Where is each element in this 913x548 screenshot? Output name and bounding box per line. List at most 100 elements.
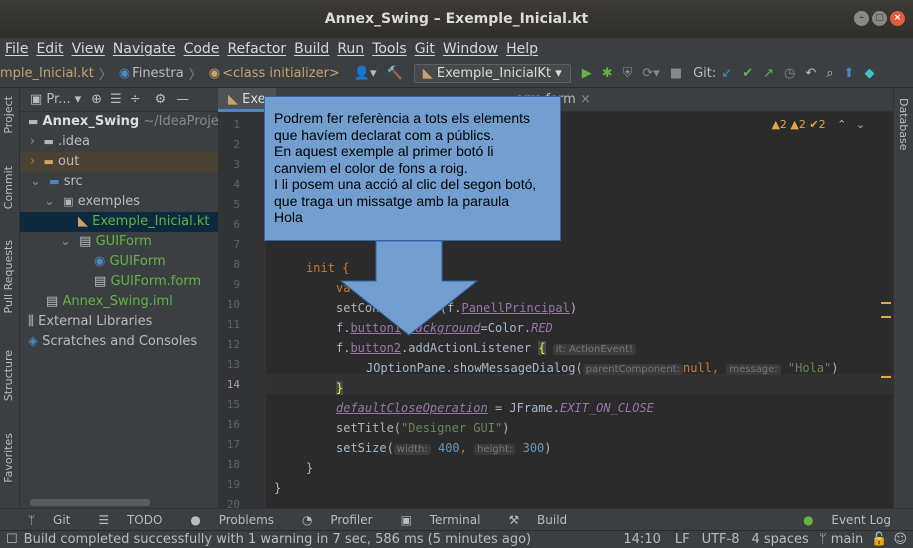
tree-item-src[interactable]: ⌄ ▬ src <box>20 172 218 192</box>
tree-item-external-libraries[interactable]: ⫼ External Libraries <box>20 312 218 332</box>
update-icon[interactable]: ⬆ <box>844 66 855 81</box>
tool-tab-pull-requests[interactable]: Pull Requests <box>2 240 15 313</box>
stop-icon[interactable]: ■ <box>670 66 682 81</box>
collapse-all-icon[interactable]: ÷ <box>130 92 141 107</box>
tree-item-out[interactable]: › ▬ out <box>20 152 218 172</box>
history-icon[interactable]: ◷ <box>784 66 795 81</box>
project-panel: ▣ Pr... ▾ ⊕ ☰ ÷ ⚙ — ▬ Annex_Swing ~/Idea… <box>20 88 226 508</box>
code-token: { <box>538 341 546 355</box>
tool-tab-commit[interactable]: Commit <box>2 166 15 209</box>
menu-view[interactable]: View <box>72 41 105 57</box>
git-commit-icon[interactable]: ✔ <box>742 66 753 81</box>
event-log-icon: ● <box>803 512 818 527</box>
tool-tab-project[interactable]: Project <box>2 96 15 134</box>
tree-label: Scratches and Consoles <box>42 334 198 349</box>
tool-button-build[interactable]: ⚒ Build <box>494 513 567 527</box>
menu-refactor[interactable]: Refactor <box>227 41 286 57</box>
git-branch-icon: ᛘ <box>28 512 40 527</box>
tree-item-guiform-group[interactable]: ⌄ ▤ GUIForm <box>20 232 218 252</box>
warning-stripe[interactable] <box>881 316 891 318</box>
left-tool-strip: Project Commit Pull Requests Structure F… <box>0 88 20 508</box>
run-icon[interactable]: ▶ <box>582 66 592 81</box>
tool-button-problems[interactable]: ● Problems <box>176 513 274 527</box>
tree-item-exemples[interactable]: ⌄ ▣ exemples <box>20 192 218 212</box>
git-branch-widget[interactable]: ᛘ main <box>819 532 863 547</box>
code-token: ) <box>831 361 839 375</box>
hammer-icon[interactable]: 🔨 <box>387 66 403 81</box>
profile-icon[interactable]: ⟳▾ <box>642 66 659 81</box>
tool-button-event-log[interactable]: ● Event Log <box>789 513 891 527</box>
breadcrumb-class[interactable]: Finestra <box>132 66 184 81</box>
tree-item-idea[interactable]: › ▬ .idea <box>20 132 218 152</box>
line-gutter: 1 2 3 4 5 6 7 8 9 10 11 12 13 14 15 16 1… <box>218 112 266 511</box>
breadcrumb-initializer[interactable]: <class initializer> <box>222 66 340 81</box>
tool-button-git[interactable]: ᛘ Git <box>14 513 70 527</box>
coverage-icon[interactable]: ⛨ <box>623 66 633 81</box>
locate-icon[interactable]: ⊕ <box>91 92 102 107</box>
git-push-icon[interactable]: ↗ <box>763 66 774 81</box>
tree-item-scratches[interactable]: ◈ Scratches and Consoles <box>20 332 218 352</box>
tree-item-guiform-class[interactable]: ◉ GUIForm <box>20 252 218 272</box>
file-encoding[interactable]: UTF-8 <box>702 532 740 547</box>
rollback-icon[interactable]: ↶ <box>805 66 816 81</box>
tree-label: GUIForm <box>109 254 166 269</box>
indent-setting[interactable]: 4 spaces <box>752 532 809 547</box>
minimize-icon[interactable]: – <box>854 11 869 26</box>
caret-position[interactable]: 14:10 <box>623 532 660 547</box>
menu-navigate[interactable]: Navigate <box>113 41 176 57</box>
menu-run[interactable]: Run <box>337 41 364 57</box>
tool-tab-database[interactable]: Database <box>897 98 910 151</box>
menu-code[interactable]: Code <box>184 41 220 57</box>
menu-help[interactable]: Help <box>506 41 538 57</box>
close-icon[interactable]: × <box>580 92 591 107</box>
right-tool-strip: Database <box>893 88 913 508</box>
tree-label: out <box>58 154 80 169</box>
menu-edit[interactable]: Edit <box>36 41 63 57</box>
tool-tab-favorites[interactable]: Favorites <box>2 433 15 483</box>
tree-item-iml[interactable]: ▤ Annex_Swing.iml <box>20 292 218 312</box>
line-number: 5 <box>233 198 240 211</box>
close-icon[interactable]: × <box>890 11 905 26</box>
user-icon[interactable]: 👤▾ <box>354 66 377 81</box>
line-separator[interactable]: LF <box>675 532 690 547</box>
hide-icon[interactable]: — <box>176 92 189 107</box>
expand-all-icon[interactable]: ☰ <box>110 92 122 107</box>
tool-button-todo[interactable]: ☰ TODO <box>84 513 162 527</box>
inspector-icon[interactable]: ☺ <box>893 532 907 547</box>
search-icon[interactable]: ⌕ <box>826 66 833 81</box>
tool-button-profiler[interactable]: ◔ Profiler <box>288 513 373 527</box>
lock-icon[interactable]: 🔓 <box>871 532 887 547</box>
debug-icon[interactable]: ✱ <box>602 66 613 81</box>
menu-tools[interactable]: Tools <box>372 41 407 57</box>
menu-window[interactable]: Window <box>443 41 498 57</box>
status-message[interactable]: Build completed successfully with 1 warn… <box>24 532 531 547</box>
tool-button-terminal[interactable]: ▣ Terminal <box>387 513 481 527</box>
param-hint: width: <box>393 444 431 455</box>
kotlin-file-icon: ◣ <box>228 91 243 107</box>
breadcrumb-file[interactable]: mple_Inicial.kt <box>0 66 94 81</box>
warning-stripe[interactable] <box>881 376 891 378</box>
menu-git[interactable]: Git <box>415 41 435 57</box>
line-number-current: 14 <box>226 378 240 391</box>
toolbox-icon[interactable]: ◆ <box>864 66 874 81</box>
maximize-icon[interactable]: □ <box>872 11 887 26</box>
run-config-select[interactable]: ◣ Exemple_InicialKt ▾ <box>413 64 571 83</box>
gear-icon[interactable]: ⚙ <box>155 92 167 107</box>
tree-item-exemple-inicial[interactable]: ◣ Exemple_Inicial.kt <box>20 212 218 232</box>
menu-file[interactable]: File <box>5 41 28 57</box>
tool-label: Git <box>53 512 71 527</box>
tree-item-guiform-form[interactable]: ▤ GUIForm.form <box>20 272 218 292</box>
project-view-select[interactable]: Pr... <box>46 92 70 107</box>
horizontal-scrollbar[interactable] <box>30 499 150 506</box>
folder-icon: ▬ <box>43 155 54 168</box>
git-update-icon[interactable]: ↙ <box>721 66 732 81</box>
chevron-down-icon[interactable]: ▾ <box>75 92 82 107</box>
tool-tab-structure[interactable]: Structure <box>2 350 15 401</box>
menu-build[interactable]: Build <box>294 41 329 57</box>
tree-item-root[interactable]: ▬ Annex_Swing ~/IdeaProjec <box>20 112 226 132</box>
toggle-tool-windows-icon[interactable]: ☐ <box>6 532 18 547</box>
kotlin-icon: ◣ <box>422 66 437 81</box>
warning-stripe[interactable] <box>881 302 891 304</box>
code-line-19: } <box>274 478 281 498</box>
code-token: = JFrame. <box>487 401 560 415</box>
